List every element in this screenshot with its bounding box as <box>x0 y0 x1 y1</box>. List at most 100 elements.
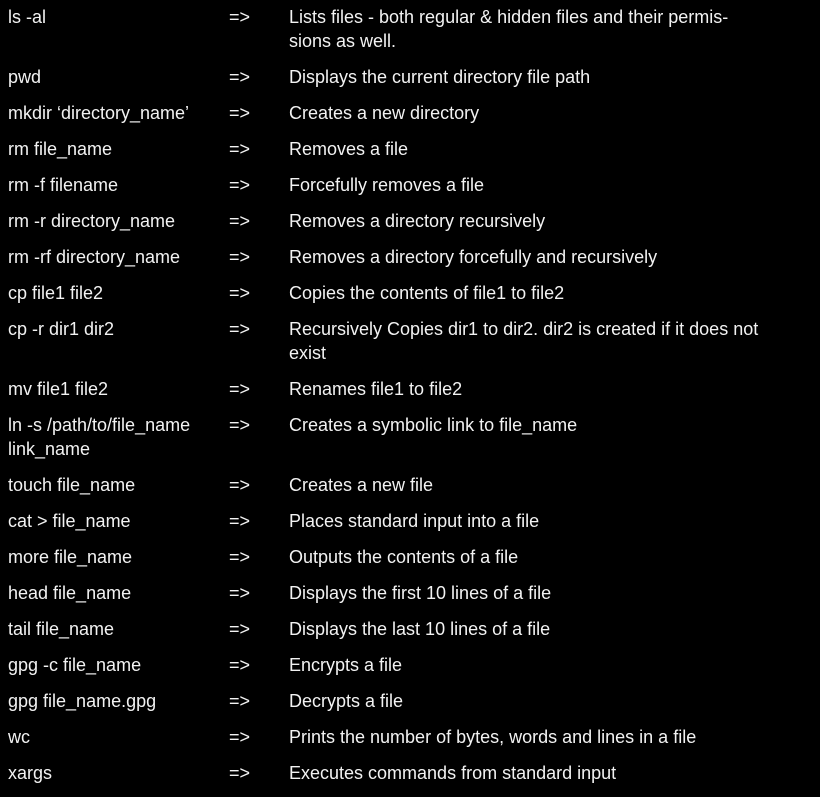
description-cell: Displays the current directory file path <box>289 65 811 89</box>
command-cell: ls -al <box>0 5 229 29</box>
command-text: cp file1 file2 <box>8 283 104 303</box>
description-cell: Recursively Copies dir1 to dir2. dir2 is… <box>289 317 811 365</box>
command-cell: rm file_name <box>0 137 229 161</box>
table-row: wc => Prints the number of bytes, words … <box>0 725 820 761</box>
description-text: Executes commands from standard input <box>289 763 617 783</box>
description-text: Copies the contents of file1 to file2 <box>289 283 565 303</box>
arrow-text: => <box>229 319 251 339</box>
arrow-cell: => <box>229 137 289 161</box>
table-row: rm file_name => Removes a file <box>0 137 820 173</box>
command-text: rm file_name <box>8 139 113 159</box>
command-text: cat > file_name <box>8 511 131 531</box>
table-row: mkdir ‘directory_name’ => Creates a new … <box>0 101 820 137</box>
arrow-cell: => <box>229 761 289 785</box>
table-row: mv file1 file2 => Renames file1 to file2 <box>0 377 820 413</box>
description-text: Encrypts a file <box>289 655 403 675</box>
table-row: rm -r directory_name => Removes a direct… <box>0 209 820 245</box>
command-text: rm -r directory_name <box>8 211 176 231</box>
table-row: cp -r dir1 dir2 => Recursively Copies di… <box>0 317 820 377</box>
table-row: ln -s /path/to/file_name link_name => Cr… <box>0 413 820 473</box>
description-text: Decrypts a file <box>289 691 404 711</box>
arrow-text: => <box>229 379 251 399</box>
command-cell: cat > file_name <box>0 509 229 533</box>
description-cell: Lists files - both regular & hidden file… <box>289 5 811 53</box>
table-row: gpg file_name.gpg => Decrypts a file <box>0 689 820 725</box>
arrow-text: => <box>229 67 251 87</box>
command-text: rm -f filename <box>8 175 119 195</box>
description-cell: Forcefully removes a file <box>289 173 811 197</box>
description-text: Recursively Copies dir1 to dir2. dir2 is… <box>289 319 759 363</box>
command-cell: gpg -c file_name <box>0 653 229 677</box>
command-cell: head file_name <box>0 581 229 605</box>
arrow-cell: => <box>229 689 289 713</box>
arrow-cell: => <box>229 5 289 29</box>
arrow-cell: => <box>229 473 289 497</box>
description-text: Creates a new directory <box>289 103 480 123</box>
command-text: rm -rf directory_name <box>8 247 181 267</box>
description-cell: Creates a new file <box>289 473 811 497</box>
command-text: mkdir ‘directory_name’ <box>8 103 190 123</box>
command-cell: touch file_name <box>0 473 229 497</box>
command-text: ln -s /path/to/file_name link_name <box>8 415 191 459</box>
arrow-text: => <box>229 547 251 567</box>
command-cell: rm -rf directory_name <box>0 245 229 269</box>
arrow-text: => <box>229 583 251 603</box>
table-row: tail file_name => Displays the last 10 l… <box>0 617 820 653</box>
arrow-cell: => <box>229 509 289 533</box>
arrow-cell: => <box>229 245 289 269</box>
arrow-cell: => <box>229 281 289 305</box>
table-row: rm -rf directory_name => Removes a direc… <box>0 245 820 281</box>
description-text: Creates a new file <box>289 475 434 495</box>
description-cell: Copies the contents of file1 to file2 <box>289 281 811 305</box>
command-text: head file_name <box>8 583 132 603</box>
description-cell: Removes a directory recursively <box>289 209 811 233</box>
table-row: cp file1 file2 => Copies the contents of… <box>0 281 820 317</box>
description-cell: Displays the first 10 lines of a file <box>289 581 811 605</box>
description-text: Outputs the contents of a file <box>289 547 519 567</box>
description-text: Displays the current directory file path <box>289 67 591 87</box>
command-text: mv file1 file2 <box>8 379 109 399</box>
command-text: gpg -c file_name <box>8 655 142 675</box>
arrow-text: => <box>229 415 251 435</box>
command-cell: wc <box>0 725 229 749</box>
command-cell: gpg file_name.gpg <box>0 689 229 713</box>
description-cell: Prints the number of bytes, words and li… <box>289 725 811 749</box>
table-row: rm -f filename => Forcefully removes a f… <box>0 173 820 209</box>
command-cell: rm -r directory_name <box>0 209 229 233</box>
description-text: Displays the first 10 lines of a file <box>289 583 552 603</box>
arrow-text: => <box>229 619 251 639</box>
arrow-text: => <box>229 511 251 531</box>
command-cell: pwd <box>0 65 229 89</box>
arrow-cell: => <box>229 725 289 749</box>
arrow-cell: => <box>229 413 289 437</box>
command-cell: mkdir ‘directory_name’ <box>0 101 229 125</box>
description-text: Removes a directory forcefully and recur… <box>289 247 658 267</box>
arrow-cell: => <box>229 581 289 605</box>
table-row: xargs => Executes commands from standard… <box>0 761 820 797</box>
command-text: gpg file_name.gpg <box>8 691 157 711</box>
description-cell: Renames file1 to file2 <box>289 377 811 401</box>
command-cell: more file_name <box>0 545 229 569</box>
arrow-text: => <box>229 283 251 303</box>
command-text: pwd <box>8 67 42 87</box>
arrow-text: => <box>229 103 251 123</box>
description-text: Lists files - both regular & hidden file… <box>289 7 729 51</box>
description-cell: Displays the last 10 lines of a file <box>289 617 811 641</box>
arrow-cell: => <box>229 173 289 197</box>
description-text: Removes a file <box>289 139 409 159</box>
arrow-cell: => <box>229 377 289 401</box>
command-cell: mv file1 file2 <box>0 377 229 401</box>
command-cell: cp -r dir1 dir2 <box>0 317 229 341</box>
description-text: Removes a directory recursively <box>289 211 546 231</box>
command-text: tail file_name <box>8 619 115 639</box>
command-table: ls -al => Lists files - both regular & h… <box>0 0 820 797</box>
arrow-cell: => <box>229 317 289 341</box>
table-row: gpg -c file_name => Encrypts a file <box>0 653 820 689</box>
arrow-cell: => <box>229 209 289 233</box>
arrow-cell: => <box>229 653 289 677</box>
command-text: touch file_name <box>8 475 136 495</box>
arrow-text: => <box>229 139 251 159</box>
description-cell: Executes commands from standard input <box>289 761 811 785</box>
description-text: Places standard input into a file <box>289 511 540 531</box>
arrow-cell: => <box>229 65 289 89</box>
